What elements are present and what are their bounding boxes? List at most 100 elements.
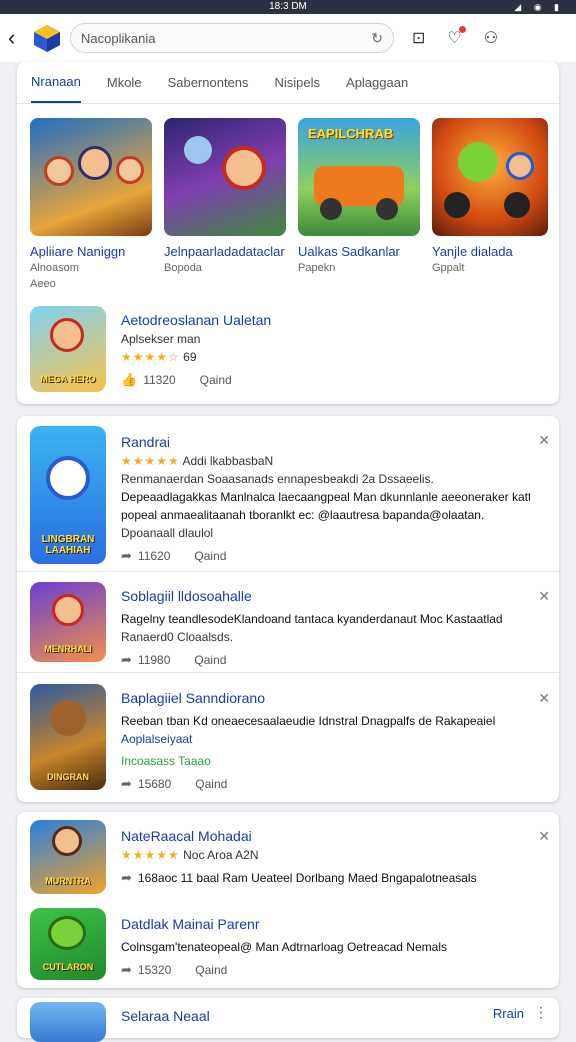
app-title: Soblagiil lldosoahalle bbox=[121, 588, 252, 604]
share-icon[interactable]: ➦ bbox=[121, 652, 132, 668]
more-options-icon[interactable]: ⋮ bbox=[534, 1004, 548, 1021]
notification-icon[interactable]: ♡ bbox=[447, 26, 466, 48]
tag-line: Incoasass Taaao bbox=[121, 754, 211, 768]
game-card[interactable]: Apliiare Naniggn Alnoasom Aeeo bbox=[30, 118, 152, 290]
back-arrow-icon[interactable]: ‹ bbox=[8, 25, 28, 51]
refresh-icon[interactable]: ↻ bbox=[371, 30, 383, 47]
app-title: NateRaacal Mohadai bbox=[121, 828, 252, 844]
description-line: Dpoanaall dlaulol bbox=[121, 526, 214, 540]
game-title: Yanjle dialada bbox=[432, 244, 513, 259]
rating-stars: ★★★★★ bbox=[121, 848, 180, 862]
tab-3[interactable]: Sabernontens bbox=[168, 63, 249, 102]
game-subtitle-2: Aeeo bbox=[30, 278, 56, 290]
share-icon[interactable]: ➦ bbox=[121, 548, 132, 564]
app-title: Randrai bbox=[121, 434, 171, 450]
game-thumbnail bbox=[164, 118, 286, 236]
search-query: Nacoplikania bbox=[81, 30, 156, 46]
action-link[interactable]: Qaind bbox=[200, 373, 232, 387]
rating-stars: ★★★★☆ bbox=[121, 350, 180, 364]
game-thumbnail bbox=[30, 118, 152, 236]
app-icon: MENRHALI bbox=[30, 582, 106, 662]
notification-badge bbox=[458, 26, 466, 33]
game-subtitle: Alnoasom bbox=[30, 262, 79, 274]
list-item[interactable]: Selaraa Neaal Rrain ⋮ bbox=[30, 1002, 550, 1042]
tab-1[interactable]: Nranaan bbox=[31, 62, 81, 103]
list-item[interactable]: CUTLARON Datdlak Mainai Parenr Colnsgam'… bbox=[30, 908, 550, 984]
app-title: Aetodreoslanan Ualetan bbox=[121, 312, 272, 328]
rating-text: Addi lkabbasbaN bbox=[182, 454, 274, 468]
game-subtitle: Bopoda bbox=[164, 262, 202, 274]
description-line: 168aoc 11 baal Ram Ueateel Dorlbang Maed… bbox=[137, 871, 477, 885]
app-title: Selaraa Neaal bbox=[121, 1008, 210, 1024]
tab-5[interactable]: Aplaggaan bbox=[346, 63, 408, 102]
action-link[interactable]: Qaind bbox=[195, 963, 227, 977]
category-tabs: Nranaan Mkole Sabernontens Nisipels Apla… bbox=[17, 62, 559, 104]
app-icon: MURNTRA bbox=[30, 820, 106, 894]
close-icon[interactable]: ✕ bbox=[538, 588, 550, 605]
description-line: Depeaadlagakkas Manlnalca laecaangpeal M… bbox=[121, 490, 530, 504]
app-icon: LINGBRAN LAAHIAH bbox=[30, 426, 106, 564]
description-line: Renmanaerdan Soaasanads ennapesbeakdi 2a… bbox=[121, 472, 434, 486]
description-line: Colnsgam'tenateopeal@ Man Adtrnarloag Oe… bbox=[121, 940, 447, 954]
game-thumbnail: EAPILCHRAB bbox=[298, 118, 420, 236]
list-item[interactable]: MEGA HERO Aetodreoslanan Ualetan Aplseks… bbox=[30, 306, 550, 392]
game-thumbnail bbox=[432, 118, 548, 236]
action-link[interactable]: Qaind bbox=[195, 777, 227, 791]
bookmark-icon[interactable]: ⊡ bbox=[412, 28, 425, 48]
list-item[interactable]: DINGRAN Baplagiiel Sanndiorano Reeban tb… bbox=[30, 684, 550, 792]
search-input[interactable]: Nacoplikania ↻ bbox=[70, 23, 394, 53]
game-subtitle: Gppalt bbox=[432, 262, 465, 274]
app-icon: CUTLARON bbox=[30, 908, 106, 980]
app-icon bbox=[30, 1002, 106, 1042]
divider bbox=[17, 672, 559, 673]
list-item[interactable]: MURNTRA NateRaacal Mohadai ★★★★★ Noc Aro… bbox=[30, 820, 550, 896]
description-line: Reeban tban Kd oneaecesaalaeudie Idnstra… bbox=[121, 714, 496, 728]
thumbs-up-icon[interactable]: 👍 bbox=[121, 372, 137, 388]
close-icon[interactable]: ✕ bbox=[538, 828, 550, 845]
action-link[interactable]: Qaind bbox=[194, 653, 226, 667]
featured-card: Nranaan Mkole Sabernontens Nisipels Apla… bbox=[17, 62, 559, 404]
share-icon[interactable]: ➦ bbox=[121, 870, 132, 886]
rating-count: 69 bbox=[183, 350, 197, 364]
description-line: Ranaerd0 Cloaalsds. bbox=[121, 630, 234, 644]
action-link[interactable]: Rrain bbox=[493, 1006, 524, 1021]
rating-stars: ★★★★★ bbox=[121, 454, 180, 468]
game-subtitle: Papekn bbox=[298, 262, 336, 274]
share-icon[interactable]: ➦ bbox=[121, 962, 132, 978]
game-card[interactable]: Jelnpaarladadataclar Bopoda bbox=[164, 118, 286, 290]
action-link[interactable]: Qaind bbox=[194, 549, 226, 563]
close-icon[interactable]: ✕ bbox=[538, 690, 550, 707]
results-card: LINGBRAN LAAHIAH Randrai ★★★★★ Addi lkab… bbox=[17, 416, 559, 802]
results-card-3: Selaraa Neaal Rrain ⋮ bbox=[17, 998, 559, 1042]
game-title: Jelnpaarladadataclar bbox=[164, 244, 285, 259]
rating-text: Noc Aroa A2N bbox=[183, 848, 259, 862]
close-icon[interactable]: ✕ bbox=[538, 432, 550, 449]
description-link-line[interactable]: popeal anmaealitaanah tboranlkt ec: @laa… bbox=[121, 508, 530, 522]
game-title: Ualkas Sadkanlar bbox=[298, 244, 400, 259]
game-carousel: Apliiare Naniggn Alnoasom Aeeo Jelnpaarl… bbox=[17, 104, 559, 290]
share-icon[interactable]: ➦ bbox=[121, 776, 132, 792]
like-count: 15680 bbox=[137, 777, 172, 791]
app-icon: MEGA HERO bbox=[30, 306, 106, 392]
status-bar: 18:3 DM ◢ ◉ ▮ bbox=[0, 0, 576, 14]
game-card[interactable]: Yanjle dialada Gppalt bbox=[432, 118, 548, 290]
app-icon: DINGRAN bbox=[30, 684, 106, 790]
like-count: 15320 bbox=[137, 963, 172, 977]
list-item[interactable]: LINGBRAN LAAHIAH Randrai ★★★★★ Addi lkab… bbox=[30, 426, 550, 566]
status-icons: ◢ ◉ ▮ bbox=[514, 2, 564, 12]
profile-icon[interactable]: ⚇ bbox=[484, 28, 498, 48]
app-subtitle: Aplsekser man bbox=[121, 332, 201, 346]
app-title: Datdlak Mainai Parenr bbox=[121, 916, 260, 932]
game-title: Apliiare Naniggn bbox=[30, 244, 126, 259]
description-link-line[interactable]: Aoplalseiyaat bbox=[121, 732, 530, 746]
app-title: Baplagiiel Sanndiorano bbox=[121, 690, 265, 706]
description-line: Ragelny teandlesodeKlandoand tantaca kya… bbox=[121, 612, 503, 626]
top-bar: ‹ Nacoplikania ↻ ⊡ ♡ ⚇ bbox=[0, 14, 576, 62]
tab-2[interactable]: Mkole bbox=[107, 63, 142, 102]
tab-4[interactable]: Nisipels bbox=[275, 63, 321, 102]
like-count: 11980 bbox=[137, 653, 171, 667]
list-item[interactable]: MENRHALI Soblagiil lldosoahalle Ragelny … bbox=[30, 582, 550, 668]
clock: 18:3 DM bbox=[269, 1, 307, 12]
game-card[interactable]: EAPILCHRAB Ualkas Sadkanlar Papekn bbox=[298, 118, 420, 290]
results-card-2: MURNTRA NateRaacal Mohadai ★★★★★ Noc Aro… bbox=[17, 812, 559, 988]
